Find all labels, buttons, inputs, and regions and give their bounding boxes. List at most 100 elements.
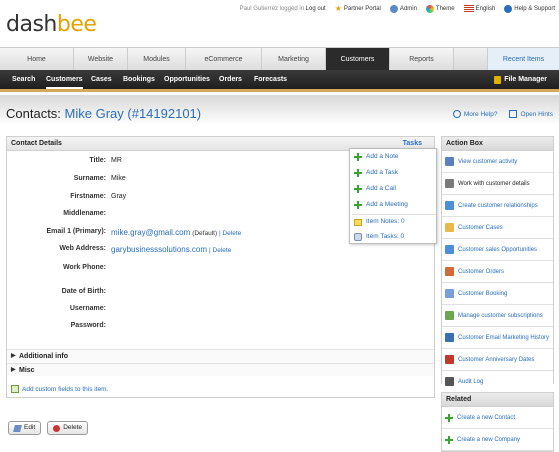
misc-section[interactable]: ▶ Misc: [7, 363, 434, 376]
add-fields-icon: [11, 385, 19, 393]
additional-info-section[interactable]: ▶ Additional info: [7, 349, 434, 362]
plus-icon: [354, 153, 362, 161]
action-item[interactable]: Work with customer details: [442, 173, 553, 195]
action-box: Action Box View customer activity Work wi…: [441, 136, 554, 393]
email-icon: [445, 333, 454, 342]
field-surname: Surname: Mike: [73, 175, 126, 182]
dropdown-divider: [352, 214, 436, 215]
dashbee-logo[interactable]: dashbee: [6, 12, 97, 37]
open-hints-link[interactable]: Open Hints: [509, 110, 553, 118]
tab-reports[interactable]: Reports: [390, 48, 454, 71]
main-nav: Home Website Modules eCommerce Marketing…: [0, 47, 559, 71]
orders-icon: [445, 267, 454, 276]
email-link[interactable]: mike.gray@gmail.com: [111, 228, 190, 237]
default-tag: (Default): [192, 230, 218, 237]
audit-icon: [445, 377, 454, 386]
relationship-icon: [445, 201, 454, 210]
subnav-customers[interactable]: Customers: [46, 70, 83, 89]
field-dob: Date of Birth:: [61, 288, 106, 295]
contact-name: Mike Gray (#14192101): [64, 106, 202, 121]
flag-icon: [463, 5, 474, 12]
title-value: MR: [111, 157, 122, 164]
help-support-link[interactable]: Help & Support: [504, 4, 555, 13]
action-box-header: Action Box: [442, 137, 553, 151]
email-delete-link[interactable]: | Delete: [219, 230, 241, 237]
top-links: Paul Gutierrez logged in Log out ★ Partne…: [240, 4, 555, 13]
language-link[interactable]: English: [463, 5, 495, 12]
theme-link[interactable]: Theme: [425, 4, 455, 13]
cases-icon: [445, 223, 454, 232]
related-box: Related Create a new Contact Create a ne…: [441, 392, 554, 452]
field-email: Email 1 (Primary): mike.gray@gmail.com (D…: [46, 228, 242, 237]
create-company-link[interactable]: Create a new Company: [442, 429, 553, 451]
help-icon: [504, 4, 513, 13]
action-item[interactable]: Customer Anniversary Dates: [442, 349, 553, 371]
add-meeting-item[interactable]: Add a Meeting: [354, 199, 408, 211]
expand-arrow-icon: ▶: [11, 353, 16, 359]
hints-icon: [509, 110, 518, 118]
action-item[interactable]: Customer Email Marketing History: [442, 327, 553, 349]
related-header: Related: [442, 393, 553, 407]
add-note-item[interactable]: Add a Note: [354, 151, 399, 163]
tab-home[interactable]: Home: [0, 48, 74, 71]
logout-link[interactable]: Log out: [306, 6, 326, 12]
tab-marketing[interactable]: Marketing: [262, 48, 326, 71]
field-password: Password:: [70, 322, 106, 329]
subnav-forecasts[interactable]: Forecasts: [254, 70, 287, 89]
star-icon: ★: [334, 4, 342, 13]
palette-icon: [425, 4, 434, 13]
action-item[interactable]: Customer Cases: [442, 217, 553, 239]
action-item[interactable]: Manage customer subscriptions: [442, 305, 553, 327]
opportunities-icon: [445, 245, 454, 254]
add-custom-fields-link[interactable]: Add custom fields to this item.: [11, 385, 108, 393]
subnav-opportunities[interactable]: Opportunities: [164, 70, 210, 89]
tab-website[interactable]: Website: [74, 48, 128, 71]
firstname-value: Gray: [111, 193, 127, 200]
lifebuoy-icon: [452, 110, 461, 118]
login-status: Paul Gutierrez logged in Log out: [239, 5, 326, 12]
partner-portal-link[interactable]: ★ Partner Portal: [335, 4, 381, 13]
create-contact-link[interactable]: Create a new Contact: [442, 407, 553, 429]
subnav-search[interactable]: Search: [12, 70, 35, 89]
recent-items-button[interactable]: Recent Items: [487, 48, 559, 71]
subnav-orders[interactable]: Orders: [219, 70, 242, 89]
add-task-item[interactable]: Add a Task: [354, 167, 398, 179]
field-middlename: Middlename:: [63, 210, 106, 217]
delete-icon: [53, 424, 61, 432]
edit-button[interactable]: Edit: [8, 421, 42, 435]
item-notes-link[interactable]: Item Notes: 0: [354, 216, 405, 228]
booking-icon: [445, 289, 454, 298]
action-item[interactable]: Create customer relationships: [442, 195, 553, 217]
admin-link[interactable]: Admin: [389, 4, 417, 13]
task-icon: [354, 233, 362, 241]
surname-value: Mike: [111, 175, 126, 182]
action-item[interactable]: Customer Orders: [442, 261, 553, 283]
tab-modules[interactable]: Modules: [128, 48, 186, 71]
item-tasks-link[interactable]: Item Tasks: 0: [354, 231, 404, 243]
expand-arrow-icon: ▶: [11, 367, 16, 373]
plus-icon: [354, 169, 362, 177]
tasks-dropdown: Add a Note Add a Task Add a Call Add a M…: [349, 148, 437, 244]
file-manager-icon: [494, 75, 502, 84]
subscriptions-icon: [445, 311, 454, 320]
action-item[interactable]: Customer Booking: [442, 283, 553, 305]
page-title: Contacts: Mike Gray (#14192101): [6, 106, 202, 121]
tab-ecommerce[interactable]: eCommerce: [186, 48, 262, 71]
field-title: Title: MR: [89, 157, 122, 164]
web-link[interactable]: garybusinesssolutions.com: [111, 245, 207, 254]
subnav-cases[interactable]: Cases: [91, 70, 112, 89]
calendar-icon: [445, 355, 454, 364]
add-call-item[interactable]: Add a Call: [354, 183, 396, 195]
delete-button[interactable]: Delete: [47, 421, 88, 435]
action-buttons: Edit Delete: [8, 421, 88, 435]
web-delete-link[interactable]: | Delete: [209, 247, 231, 254]
action-item[interactable]: Audit Log: [442, 371, 553, 393]
subnav-bookings[interactable]: Bookings: [123, 70, 155, 89]
action-item[interactable]: Customer sales Opportunities: [442, 239, 553, 261]
note-icon: [354, 218, 362, 226]
more-help-link[interactable]: More Help?: [452, 110, 497, 118]
plus-icon: [354, 201, 362, 209]
action-item[interactable]: View customer activity: [442, 151, 553, 173]
tab-customers[interactable]: Customers: [326, 48, 390, 71]
file-manager-link[interactable]: File Manager: [494, 70, 547, 89]
